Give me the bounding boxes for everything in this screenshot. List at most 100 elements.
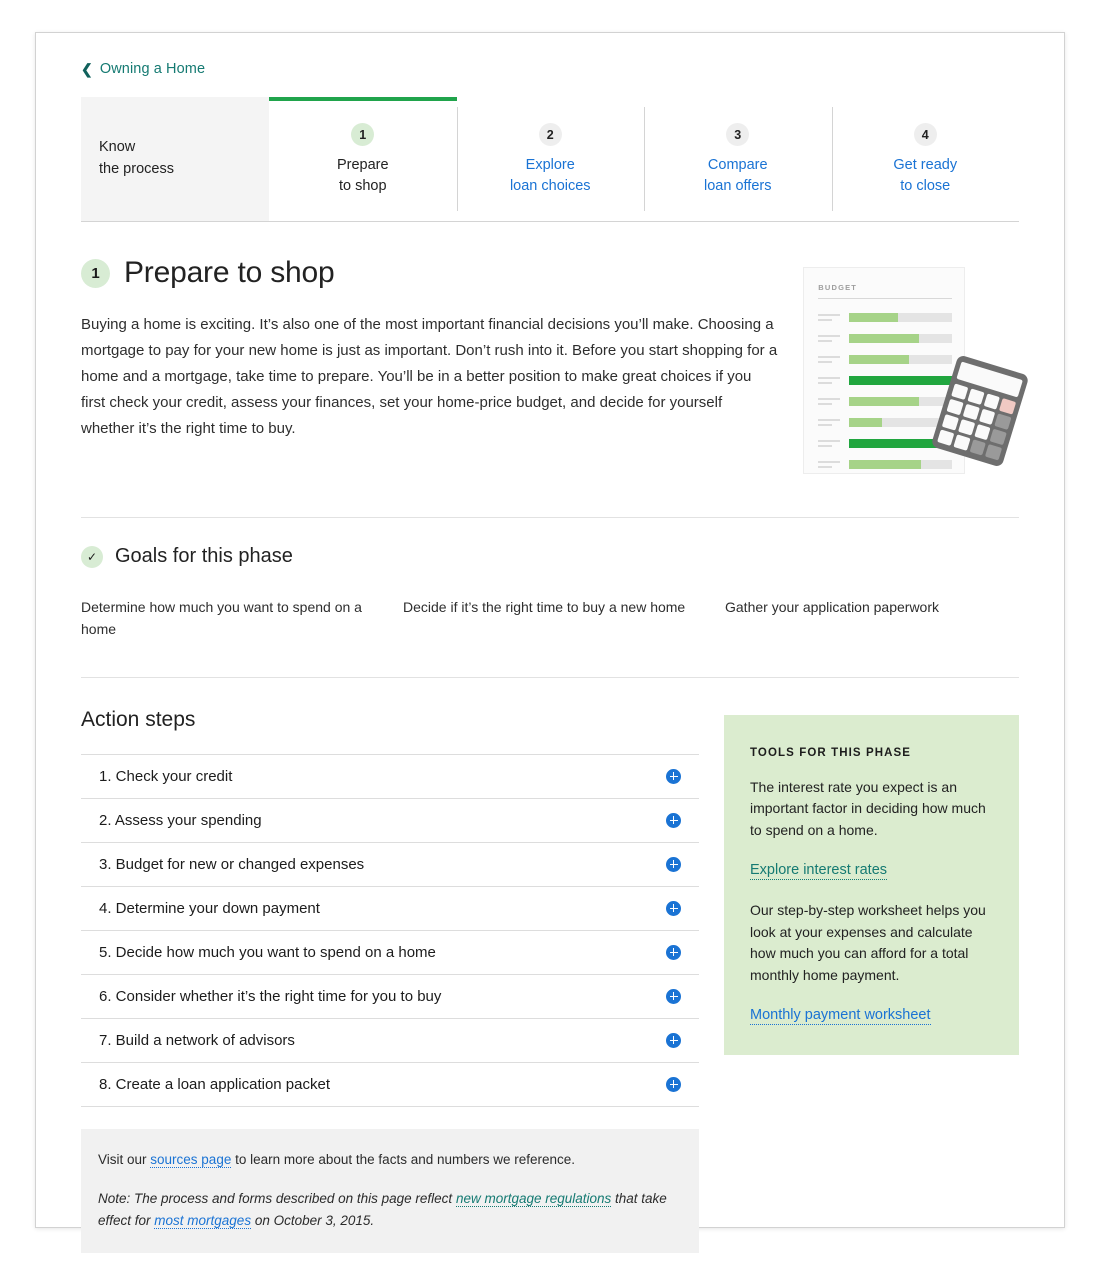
action-step-row[interactable]: 4. Determine your down payment [81,885,699,930]
tab-label-line2: loan choices [509,177,591,194]
tab-number: 3 [726,123,750,146]
most-mortgages-link[interactable]: most mortgages [154,1212,252,1229]
plus-circle-icon[interactable] [666,768,681,784]
budget-bar-fill [849,460,922,469]
explore-interest-rates-link[interactable]: Explore interest rates [750,862,888,880]
budget-bar-fill [849,355,909,364]
budget-bar-fill [849,418,883,427]
tab-prepare-to-shop[interactable]: 1 Prepare to shop [269,97,457,221]
action-step-row[interactable]: 1. Check your credit [81,753,699,798]
tab-label-line2: to shop [338,177,387,194]
intro-section: 1 Prepare to shop Buying a home is excit… [81,222,1030,481]
tab-compare-loan-offers[interactable]: 3 Compare loan offers [644,97,832,221]
budget-bar-row [818,354,953,368]
sources-line: Visit our sources page to learn more abo… [98,1149,682,1171]
tab-label-line2: the process [99,160,174,177]
check-icon: ✓ [81,545,103,568]
action-step-row[interactable]: 5. Decide how much you want to spend on … [81,929,699,974]
tab-label-line1: Know [99,139,136,156]
budget-bar-label [818,419,841,429]
goal-item: Decide if it’s the right time to buy a n… [403,599,686,615]
budget-bar-track [849,334,953,343]
budget-bar-row [818,459,953,473]
action-step-row[interactable]: 6. Consider whether it’s the right time … [81,973,699,1018]
budget-bar-label [818,335,841,345]
tools-paragraph-2: Our step-by-step worksheet helps you loo… [750,901,986,983]
note-after: on October 3, 2015. [251,1212,375,1228]
action-step-label: 1. Check your credit [99,767,233,785]
phase-number-badge: 1 [81,258,110,288]
budget-bar-fill [849,376,953,385]
tab-get-ready-to-close[interactable]: 4 Get ready to close [831,97,1020,221]
plus-circle-icon[interactable] [666,900,681,916]
action-step-row[interactable]: 3. Budget for new or changed expenses [81,841,699,886]
budget-illustration: BUDGET [795,261,1030,481]
budget-bar-label [818,356,841,366]
budget-bar-track [849,397,953,406]
budget-bar-track [849,460,953,469]
tab-label-line1: Explore [525,157,575,173]
budget-sheet-rule [818,298,953,299]
breadcrumb[interactable]: ❮ Owning a Home [81,61,1019,77]
budget-bar-label [818,377,841,387]
plus-circle-icon[interactable] [666,812,681,828]
action-step-row[interactable]: 8. Create a loan application packet [81,1061,699,1107]
page-title-text: Prepare to shop [124,256,335,289]
goal-item: Gather your application paperwork [725,599,940,615]
goals-section: ✓ Goals for this phase Determine how muc… [81,518,1019,641]
intro-paragraph: Buying a home is exciting. It’s also one… [81,316,778,437]
plus-circle-icon[interactable] [666,1032,681,1048]
action-step-label: 4. Determine your down payment [99,899,320,917]
new-mortgage-regulations-link[interactable]: new mortgage regulations [455,1190,612,1207]
sources-line-after: to learn more about the facts and number… [231,1151,576,1167]
action-steps-title: Action steps [81,707,196,731]
plus-circle-icon[interactable] [666,988,681,1004]
budget-bar-track [849,376,953,385]
budget-bar-row [818,417,953,431]
budget-bar-label [818,314,841,324]
action-step-label: 8. Create a loan application packet [99,1075,330,1093]
tab-label-line1: Get ready [893,157,958,173]
plus-circle-icon[interactable] [666,1076,681,1092]
page-title: 1 Prepare to shop [81,256,777,290]
action-step-label: 6. Consider whether it’s the right time … [99,987,442,1005]
budget-bar-fill [849,313,898,322]
goals-title: ✓ Goals for this phase [81,545,1019,568]
phase-tabs: Know the process 1 Prepare to shop 2 Exp… [81,97,1019,222]
tab-number: 4 [913,123,937,146]
plus-circle-icon[interactable] [666,856,681,872]
budget-bar-row [818,333,953,347]
budget-bar-label [818,398,841,408]
tools-heading: TOOLS FOR THIS PHASE [750,746,912,759]
action-step-label: 2. Assess your spending [99,811,262,829]
tab-label-line1: Compare [707,157,768,173]
budget-bar-track [849,313,953,322]
sources-line-before: Visit our [98,1151,151,1167]
goal-item: Determine how much you want to spend on … [81,599,362,638]
budget-bar-row [818,375,953,389]
chevron-left-icon: ❮ [81,61,93,77]
action-step-row[interactable]: 2. Assess your spending [81,797,699,842]
budget-sheet-title: BUDGET [818,283,858,292]
action-step-row[interactable]: 7. Build a network of advisors [81,1017,699,1062]
budget-bar-fill [849,334,920,343]
sources-page-link[interactable]: sources page [150,1151,232,1168]
budget-bar-row [818,396,953,410]
regulations-note: Note: The process and forms described on… [98,1188,682,1232]
tab-number: 1 [351,123,375,146]
action-step-label: 5. Decide how much you want to spend on … [99,943,436,961]
tab-label-line2: to close [900,177,951,194]
breadcrumb-label: Owning a Home [99,61,206,77]
goals-title-text: Goals for this phase [115,545,293,567]
note-before: Note: The process and forms described on… [98,1190,456,1206]
budget-bar-fill [849,397,920,406]
monthly-payment-worksheet-link[interactable]: Monthly payment worksheet [750,1007,931,1025]
plus-circle-icon[interactable] [666,944,681,960]
tab-label-line2: loan offers [704,177,772,194]
tab-label-line1: Prepare [336,157,389,173]
action-steps-section: Action steps 1. Check your credit 2. Asse… [81,708,699,1287]
tab-explore-loan-choices[interactable]: 2 Explore loan choices [456,97,645,221]
page-card: ❮ Owning a Home Know the process 1 Prepa… [35,32,1065,1254]
tab-know-the-process[interactable]: Know the process [81,97,269,221]
budget-bar-label [818,440,841,450]
